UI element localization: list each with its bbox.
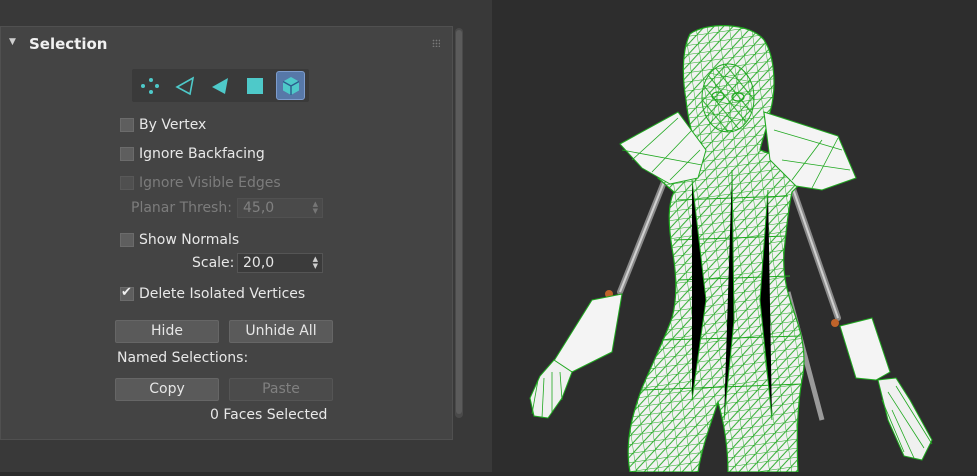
delete-isolated-vertices-checkbox[interactable]: ✔: [120, 285, 134, 301]
face-mode-button[interactable]: [205, 71, 234, 100]
planar-thresh-label: Planar Thresh:: [131, 200, 232, 216]
spinner-arrows-icon: ▲ ▼: [312, 200, 318, 215]
show-normals-option[interactable]: Show Normals: [120, 230, 239, 250]
ignore-visible-edges-option: Ignore Visible Edges: [120, 173, 281, 193]
polygon-square-icon: [246, 77, 263, 94]
planar-thresh-spinner: 45,0 ▲ ▼: [237, 198, 323, 218]
ignore-backfacing-label: Ignore Backfacing: [139, 146, 265, 162]
by-vertex-label: By Vertex: [139, 117, 207, 133]
drag-grip-icon[interactable]: [432, 39, 440, 47]
unhide-all-button[interactable]: Unhide All: [229, 320, 333, 343]
vertex-dots-icon: [140, 77, 159, 94]
scale-value[interactable]: 20,0: [243, 255, 274, 271]
subobject-mode-toolbar: [132, 69, 309, 102]
edge-mode-button[interactable]: [170, 71, 199, 100]
scale-spinner[interactable]: 20,0 ▲ ▼: [237, 253, 323, 273]
checkmark-icon: ✔: [121, 285, 132, 300]
show-normals-label: Show Normals: [139, 232, 240, 248]
collapse-arrow-icon[interactable]: ▼: [9, 37, 16, 47]
planar-thresh-value: 45,0: [243, 200, 275, 216]
show-normals-checkbox[interactable]: [120, 233, 134, 247]
rollout-title: Selection: [29, 35, 108, 53]
ignore-visible-edges-label: Ignore Visible Edges: [139, 175, 281, 191]
scale-label: Scale:: [192, 255, 235, 271]
ignore-backfacing-option[interactable]: Ignore Backfacing: [120, 144, 265, 164]
by-vertex-option[interactable]: By Vertex: [120, 115, 206, 135]
panel-scrollbar[interactable]: [455, 28, 463, 418]
vertex-mode-button[interactable]: [135, 71, 164, 100]
wireframe-character-model[interactable]: [492, 0, 977, 473]
paste-button: Paste: [229, 378, 333, 401]
polygon-mode-button[interactable]: [240, 71, 269, 100]
spinner-arrows-icon[interactable]: ▲ ▼: [313, 256, 318, 270]
scrollbar-thumb[interactable]: [456, 30, 462, 414]
viewport[interactable]: [492, 0, 977, 473]
named-selections-label: Named Selections:: [117, 350, 249, 366]
ignore-backfacing-checkbox[interactable]: [120, 147, 134, 161]
ignore-visible-edges-checkbox: [120, 176, 134, 190]
delete-isolated-vertices-label: Delete Isolated Vertices: [139, 286, 306, 302]
face-filled-triangle-icon: [211, 77, 228, 94]
selection-status: 0 Faces Selected: [210, 407, 328, 423]
copy-button[interactable]: Copy: [115, 378, 219, 401]
element-cube-icon: [282, 76, 299, 95]
element-mode-button[interactable]: [276, 71, 305, 100]
delete-isolated-vertices-option[interactable]: ✔ Delete Isolated Vertices: [120, 284, 305, 304]
by-vertex-checkbox[interactable]: [120, 118, 134, 132]
rollout-header[interactable]: ▼ Selection: [1, 27, 452, 61]
hide-button[interactable]: Hide: [115, 320, 219, 343]
edge-outline-triangle-icon: [174, 75, 194, 95]
